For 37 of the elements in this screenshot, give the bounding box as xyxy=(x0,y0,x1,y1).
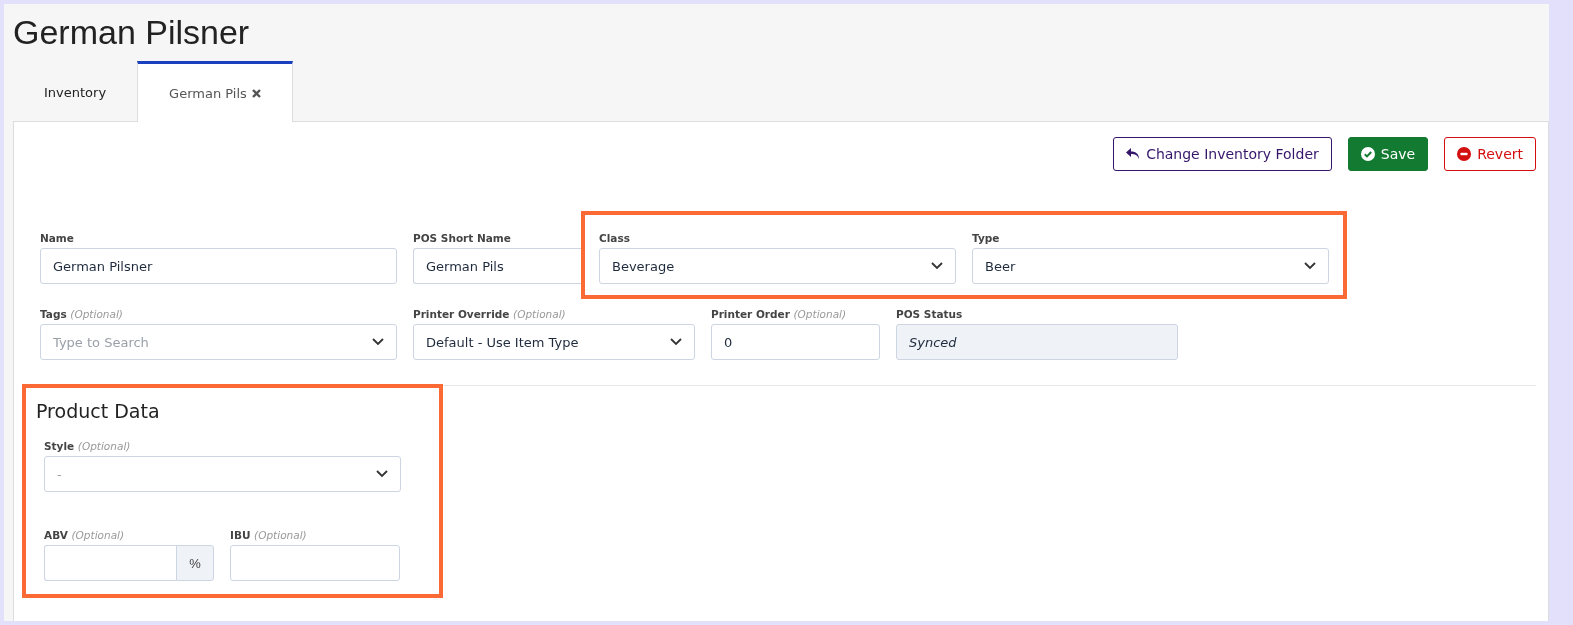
input-field[interactable]: German Pilsner xyxy=(40,248,397,284)
status-field: Synced xyxy=(896,324,1178,360)
field-label: POS Short Name xyxy=(413,232,512,244)
field-label: Class xyxy=(599,232,631,244)
field-label: Type xyxy=(972,232,1001,244)
field-label: Printer Order (Optional) xyxy=(711,308,848,320)
select-field[interactable]: Beer xyxy=(972,248,1329,284)
tab[interactable]: German Pils xyxy=(137,61,293,122)
input-field[interactable] xyxy=(230,545,400,581)
tab[interactable]: Inventory xyxy=(13,61,138,121)
input-field[interactable]: German Pils xyxy=(413,248,581,284)
section-title: Product Data xyxy=(36,400,161,422)
input-field[interactable] xyxy=(44,545,176,581)
input-field[interactable]: 0 xyxy=(711,324,880,360)
chevron-down-icon xyxy=(931,262,943,270)
field-label: ABV (Optional) xyxy=(44,529,126,541)
field-label: IBU (Optional) xyxy=(230,529,308,541)
select-field[interactable]: Beverage xyxy=(599,248,956,284)
revert-button[interactable]: Revert xyxy=(1444,137,1536,171)
field-label: Name xyxy=(40,232,75,244)
field-label: Tags (Optional) xyxy=(40,308,124,320)
chevron-down-icon xyxy=(1304,262,1316,270)
folder-button[interactable]: Change Inventory Folder xyxy=(1113,137,1332,171)
minus-circle-icon xyxy=(1457,147,1472,161)
field-label: POS Status xyxy=(896,308,964,320)
page-title: German Pilsner xyxy=(13,12,251,53)
close-icon[interactable] xyxy=(251,88,261,98)
save-button[interactable]: Save xyxy=(1347,137,1429,171)
chevron-down-icon xyxy=(670,338,682,346)
check-circle-icon xyxy=(1360,147,1375,161)
chevron-down-icon xyxy=(376,470,388,478)
field-label: Style (Optional) xyxy=(44,440,132,452)
percent-addon: % xyxy=(176,545,214,581)
reply-arrow-icon xyxy=(1126,148,1141,160)
select-field[interactable]: Default - Use Item Type xyxy=(413,324,695,360)
chevron-down-icon xyxy=(372,338,384,346)
field-label: Printer Override (Optional) xyxy=(413,308,567,320)
